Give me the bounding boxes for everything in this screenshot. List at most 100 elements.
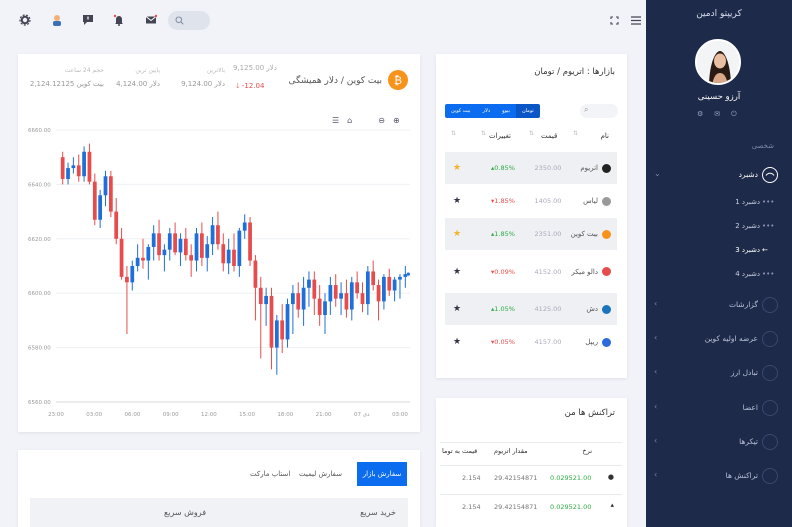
sidebar-item-reports[interactable]: ‹ گزارشات [646,296,792,314]
candle [194,233,199,261]
dots-icon: ••• [762,198,775,206]
tab-stop-market[interactable]: استاپ مارکت [250,470,290,478]
candle [210,225,215,245]
power-icon[interactable]: ⏻ [731,110,737,119]
chat-icon[interactable] [81,13,95,27]
col-toman: قیمت به توما [442,447,478,455]
bell-icon[interactable] [112,13,126,27]
candle [248,222,252,261]
candle [232,249,236,266]
candle [285,304,290,340]
ticker-icon [762,434,778,450]
star-icon[interactable]: ★ [453,152,461,184]
candle [387,276,392,291]
candle [269,295,274,348]
markets-search-input[interactable]: ⌕ [580,104,618,118]
col-change[interactable]: تغییرات [489,132,511,140]
fullscreen-icon[interactable] [607,13,621,27]
x-tick-label: 03:00 [392,412,408,418]
coin-price: 1405.00 [534,197,562,205]
star-icon[interactable]: ★ [453,185,461,217]
last-price-marker [406,272,410,276]
tab-market-order[interactable]: سفارش بازار [357,462,407,486]
candle [403,274,408,277]
candle [392,279,397,291]
table-row[interactable]: اتریوم 2350.00 ▴ 0.85% ★ [445,152,617,185]
coin-price: 4157.00 [534,338,562,346]
candle [146,246,151,261]
table-row[interactable]: دش 4125.00 ▴ 1.05% ★ [445,293,617,326]
chevron-left-icon: ‹ [654,470,658,479]
tab-bitcoin[interactable]: بیت کوین [445,104,477,118]
col-price[interactable]: قیمت [541,132,557,140]
coin-label: دش [586,305,598,313]
coin-name: بیت کوین [571,218,611,250]
candle [376,285,381,302]
tab-toman[interactable]: تومان [515,104,540,118]
coin-icon [602,196,611,206]
coin-price: 4152.00 [534,267,562,276]
table-row[interactable]: ▴ 0.029521.00 29.42154871 2.154 [440,494,622,518]
markets-table: اتریوم 2350.00 ▴ 0.85% ★ لیاس 1405.00 ▾ 1.85% ★ بی… [445,152,617,359]
candle [130,266,135,283]
mail-icon[interactable]: ✉ [714,110,720,119]
coin-name: دش [586,293,611,325]
coin-label: دالو میکر [571,267,598,276]
chevron-left-icon: ‹ [654,299,658,308]
candle [291,293,295,305]
candle [226,249,231,264]
mail-icon[interactable] [144,13,158,27]
col-amount: مقدار اتریوم [494,447,528,455]
candle [125,276,129,283]
change-value: 0.05% [494,338,515,346]
avatar[interactable] [695,39,741,85]
star-icon[interactable]: ★ [453,293,461,325]
sort-icon: ⇅ [481,130,487,137]
candle [205,244,210,258]
tab-biou[interactable]: بیوو [496,104,516,118]
tab-limit-order[interactable]: سفارش لیمیت [299,470,342,478]
table-row[interactable]: ریپل 4157.00 ▾ 0.05% ★ [445,326,617,359]
gear-icon[interactable] [18,13,32,27]
settings-icon[interactable]: ⚙ [697,110,703,119]
table-row[interactable]: ● 0.029521.00 29.42154871 2.154 [440,465,622,489]
table-row[interactable]: لیاس 1405.00 ▾ 1.85% ★ [445,185,617,218]
dots-icon: ••• [762,270,775,278]
candle [178,238,183,253]
candle [76,165,81,177]
sidebar-item-exchange[interactable]: ‹ تبادل ارز [646,364,792,382]
x-tick-label: 03:00 [86,412,102,418]
change-value: 0.85% [494,164,515,172]
sidebar-item-dashboard[interactable]: ⌄ دشبرد [646,166,792,184]
menu-icon[interactable] [629,13,643,27]
sidebar-item-members[interactable]: ‹ اعضا [646,399,792,417]
sort-icon: ⇅ [573,130,579,137]
candle [167,233,172,250]
star-icon[interactable]: ★ [453,218,461,250]
candle [280,320,285,340]
col-name[interactable]: نام [601,132,609,140]
candle [82,151,86,177]
tab-dollar[interactable]: دلار [476,104,497,118]
star-icon[interactable]: ★ [453,251,461,292]
sidebar-item-transactions[interactable]: ‹ تراکنش ها [646,467,792,485]
table-row[interactable]: بیت کوین 2351.00 ▴ 1.85% ★ [445,218,617,251]
candlestick-chart[interactable]: 6660.00 6640.00 6620.00 6600.00 6580.00 6560.… [18,54,420,432]
sidebar-item-ico[interactable]: ‹ عرضه اولیه کوین [646,330,792,348]
y-tick-label: 6640.00 [28,182,51,188]
star-icon[interactable]: ★ [453,326,461,358]
candle [339,293,343,299]
search-input[interactable] [168,11,210,30]
user-icon[interactable] [50,13,64,27]
candle [242,222,247,231]
candle [360,293,365,305]
y-tick-label: 6560.00 [28,400,51,406]
candle [221,244,226,264]
chevron-left-icon: ‹ [654,402,658,411]
col-rate: نرخ [582,447,592,455]
sidebar-item-tickers[interactable]: ‹ تیکرها [646,433,792,451]
change-value: 1.85% [494,197,515,205]
table-row[interactable]: دالو میکر 4152.00 ▾ 0.09% ★ [445,251,617,293]
change-value: 0.09% [494,267,515,276]
candle [216,225,220,245]
